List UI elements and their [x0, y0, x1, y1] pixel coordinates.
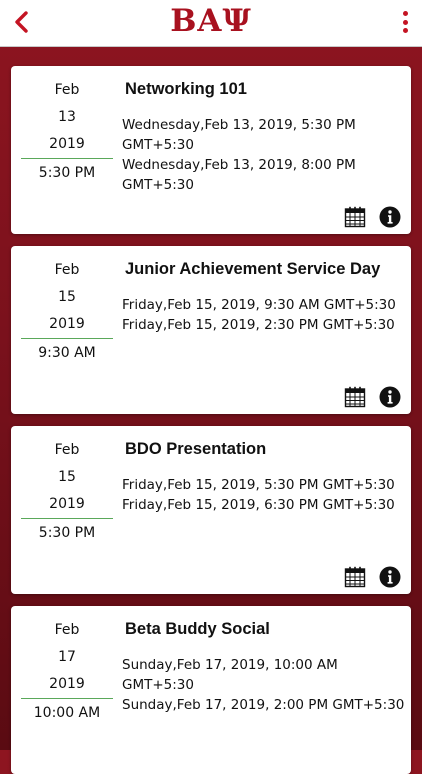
- app-title: ΒΑΨ: [170, 3, 252, 39]
- event-month: Feb: [54, 82, 80, 98]
- event-day: 17: [58, 649, 76, 665]
- date-divider: [21, 338, 113, 339]
- event-day: 13: [58, 109, 76, 125]
- event-actions: [344, 206, 401, 228]
- event-card[interactable]: Feb 17 2019 10:00 AM Beta Buddy Social S…: [11, 606, 411, 774]
- event-year: 2019: [49, 136, 85, 152]
- event-end: Friday,Feb 15, 2019, 6:30 PM GMT+5:30: [122, 497, 395, 513]
- date-divider: [21, 158, 113, 159]
- event-title: Networking 101: [125, 80, 247, 98]
- event-day: 15: [58, 289, 76, 305]
- event-year: 2019: [49, 316, 85, 332]
- info-icon[interactable]: [379, 206, 401, 228]
- event-card[interactable]: Feb 15 2019 5:30 PM BDO Presentation Fri…: [11, 426, 411, 594]
- info-icon[interactable]: [379, 386, 401, 408]
- date-divider: [21, 518, 113, 519]
- event-times: Wednesday,Feb 13, 2019, 5:30 PM GMT+5:30…: [122, 115, 406, 195]
- event-start: Friday,Feb 15, 2019, 9:30 AM GMT+5:30: [122, 297, 396, 313]
- event-times: Friday,Feb 15, 2019, 5:30 PM GMT+5:30 Fr…: [122, 475, 406, 515]
- event-end: Sunday,Feb 17, 2019, 2:00 PM GMT+5:30: [122, 697, 405, 713]
- top-bar: ΒΑΨ: [0, 0, 422, 47]
- calendar-icon[interactable]: [344, 206, 366, 228]
- event-start: Wednesday,Feb 13, 2019, 5:30 PM GMT+5:30: [122, 117, 356, 153]
- more-options-button[interactable]: [400, 11, 410, 33]
- event-year: 2019: [49, 676, 85, 692]
- event-time: 9:30 AM: [38, 345, 96, 361]
- event-month: Feb: [54, 262, 80, 278]
- event-month: Feb: [54, 442, 80, 458]
- event-start: Friday,Feb 15, 2019, 5:30 PM GMT+5:30: [122, 477, 395, 493]
- event-year: 2019: [49, 496, 85, 512]
- event-day: 15: [58, 469, 76, 485]
- more-vertical-icon: [402, 11, 408, 16]
- event-end: Friday,Feb 15, 2019, 2:30 PM GMT+5:30: [122, 317, 395, 333]
- event-actions: [344, 386, 401, 408]
- event-title: Beta Buddy Social: [125, 620, 270, 638]
- event-times: Friday,Feb 15, 2019, 9:30 AM GMT+5:30 Fr…: [122, 295, 406, 335]
- event-month: Feb: [54, 622, 80, 638]
- calendar-icon[interactable]: [344, 386, 366, 408]
- event-times: Sunday,Feb 17, 2019, 10:00 AM GMT+5:30 S…: [122, 655, 406, 715]
- event-time: 10:00 AM: [33, 705, 101, 721]
- event-card[interactable]: Feb 13 2019 5:30 PM Networking 101 Wedne…: [11, 66, 411, 234]
- calendar-icon[interactable]: [344, 566, 366, 588]
- event-time: 5:30 PM: [38, 165, 96, 181]
- info-icon[interactable]: [379, 566, 401, 588]
- event-start: Sunday,Feb 17, 2019, 10:00 AM GMT+5:30: [122, 657, 338, 693]
- event-time: 5:30 PM: [38, 525, 96, 541]
- event-end: Wednesday,Feb 13, 2019, 8:00 PM GMT+5:30: [122, 157, 356, 193]
- event-actions: [344, 566, 401, 588]
- event-title: Junior Achievement Service Day: [125, 260, 381, 278]
- date-divider: [21, 698, 113, 699]
- event-card[interactable]: Feb 15 2019 9:30 AM Junior Achievement S…: [11, 246, 411, 414]
- event-title: BDO Presentation: [125, 440, 267, 458]
